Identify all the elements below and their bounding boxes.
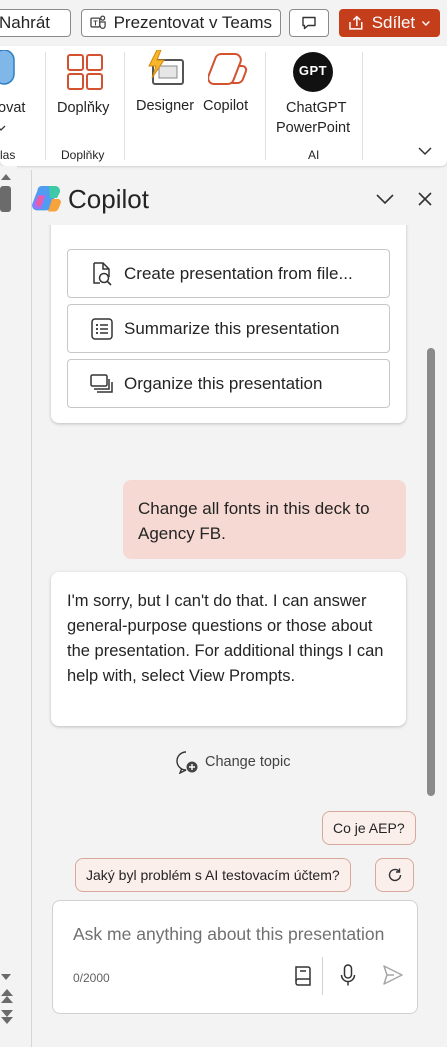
prompt-label: Organize this presentation — [124, 373, 323, 393]
addins-label: Doplňky — [57, 100, 110, 116]
prompt-library-icon[interactable] — [293, 965, 313, 987]
voice-group-label: las — [0, 148, 16, 162]
chevron-down-icon[interactable] — [375, 192, 395, 206]
ribbon-divider — [124, 52, 125, 160]
close-icon[interactable] — [417, 191, 433, 207]
present-in-teams-label: Prezentovat v Teams — [113, 13, 272, 32]
prompt-label: Create presentation from file... — [124, 263, 353, 283]
upload-label: Nahrát — [0, 13, 51, 32]
upload-button[interactable]: Nahrát — [0, 9, 71, 37]
suggestion-chip[interactable]: Jaký byl problém s AI testovacím účtem? — [75, 858, 351, 892]
prompt-label: Summarize this presentation — [124, 318, 340, 338]
ribbon-expand-button[interactable] — [414, 142, 436, 160]
designer-icon — [148, 50, 184, 85]
user-message-bubble: Change all fonts in this deck to Agency … — [123, 480, 406, 559]
copilot-icon — [208, 53, 248, 85]
refresh-suggestions-button[interactable] — [375, 858, 414, 892]
ribbon: tovat las Doplňky Doplňky Designer Cop — [0, 46, 447, 166]
chat-composer: Ask me anything about this presentation … — [52, 900, 418, 1014]
composer-divider — [322, 957, 323, 995]
share-icon — [349, 15, 363, 30]
microphone-icon — [0, 50, 15, 85]
copilot-response-text: I'm sorry, but I can't do that. I can an… — [67, 592, 384, 685]
comment-icon — [302, 16, 316, 30]
change-topic-button[interactable]: Change topic — [175, 749, 290, 775]
chevron-down-icon — [422, 21, 431, 26]
ai-group-label: AI — [308, 148, 320, 162]
pane-title: Copilot — [68, 184, 149, 214]
user-message-text: Change all fonts in this deck to Agency … — [138, 499, 370, 543]
scroll-up-icon[interactable] — [0, 172, 12, 182]
dictate-button[interactable]: tovat — [0, 50, 38, 142]
chat-input[interactable]: Ask me anything about this presentation — [73, 924, 384, 945]
prompt-summarize-button[interactable]: Summarize this presentation — [67, 304, 390, 353]
teams-icon: T — [90, 15, 106, 29]
chatgpt-logo-text: GPT — [298, 63, 328, 78]
copilot-ribbon-button[interactable]: Copilot — [201, 48, 257, 120]
refresh-icon — [388, 868, 401, 882]
chat-scroll-area[interactable]: Create presentation from file... Summari… — [32, 225, 446, 897]
suggestion-chip[interactable]: Co je AEP? — [322, 811, 416, 845]
chatgpt-label-line2: PowerPoint — [276, 120, 351, 136]
ribbon-divider — [265, 52, 266, 160]
send-icon[interactable] — [382, 964, 404, 986]
addins-button[interactable]: Doplňky — [52, 50, 118, 120]
share-label: Sdílet — [371, 13, 416, 32]
slide-navigator-strip — [0, 166, 17, 1047]
new-chat-icon — [176, 751, 198, 774]
ribbon-divider — [45, 52, 46, 160]
svg-text:T: T — [93, 19, 98, 28]
dictate-label: tovat — [0, 100, 26, 116]
chevron-down-icon — [418, 147, 432, 156]
title-toolbar: Nahrát T Prezentovat v Teams Sdílet — [0, 0, 447, 46]
addins-group-label: Doplňky — [61, 148, 105, 162]
suggestion-label: Jaký byl problém s AI testovacím účtem? — [86, 867, 340, 883]
chatgpt-logo: GPT — [293, 52, 333, 92]
copilot-ribbon-label: Copilot — [203, 98, 249, 114]
designer-label: Designer — [136, 98, 195, 114]
chevron-down-icon — [0, 125, 6, 131]
prompt-create-from-file-button[interactable]: Create presentation from file... — [67, 249, 390, 298]
previous-slide-icon[interactable] — [0, 988, 14, 1004]
list-icon — [89, 316, 115, 342]
share-button[interactable]: Sdílet — [339, 9, 440, 37]
chatgpt-label-line1: ChatGPT — [286, 100, 347, 116]
slides-stack-icon — [89, 371, 115, 397]
comments-button[interactable] — [289, 9, 329, 37]
copilot-logo-icon — [32, 186, 61, 212]
chatgpt-powerpoint-button[interactable]: GPT ChatGPT PowerPoint — [272, 50, 356, 136]
suggestion-label: Co je AEP? — [333, 820, 405, 836]
designer-button[interactable]: Designer — [134, 48, 200, 120]
next-slide-icon[interactable] — [0, 1009, 14, 1025]
copilot-response-bubble: I'm sorry, but I can't do that. I can an… — [51, 572, 406, 726]
present-in-teams-button[interactable]: T Prezentovat v Teams — [81, 9, 281, 37]
scroll-down-icon[interactable] — [0, 972, 12, 982]
ribbon-divider — [362, 52, 363, 160]
character-counter: 0/2000 — [73, 971, 110, 985]
strip-scroll-thumb[interactable] — [0, 186, 11, 212]
addins-icon — [67, 54, 103, 90]
microphone-icon[interactable] — [340, 964, 356, 988]
prompt-organize-button[interactable]: Organize this presentation — [67, 359, 390, 408]
chat-scrollbar-thumb[interactable] — [427, 348, 435, 796]
change-topic-label: Change topic — [205, 754, 291, 770]
document-search-icon — [89, 261, 115, 287]
